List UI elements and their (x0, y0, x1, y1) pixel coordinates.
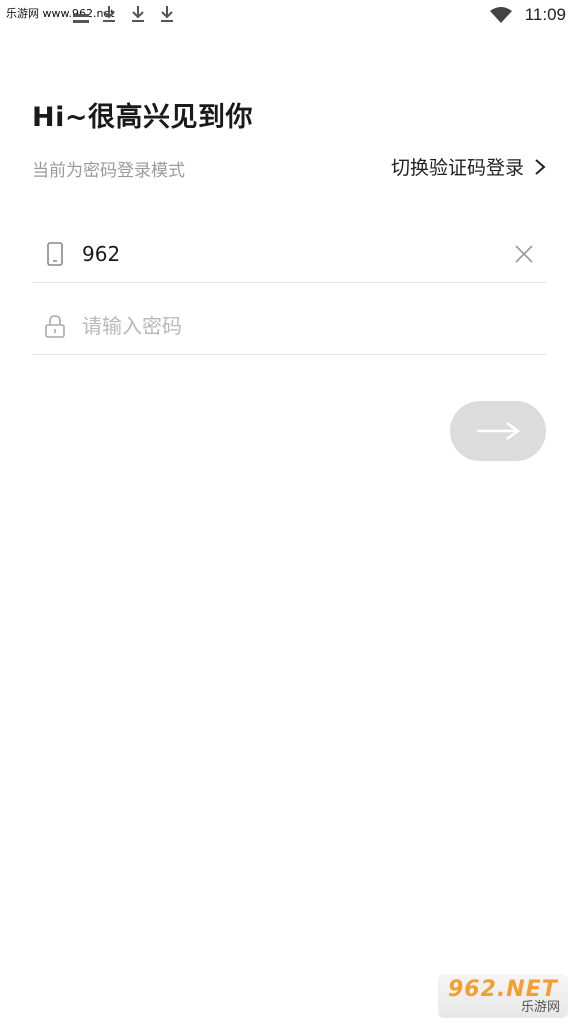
lock-icon (45, 315, 65, 338)
switch-to-code-login-link[interactable]: 切换验证码登录 (391, 153, 546, 180)
status-time: 11:09 (524, 5, 566, 24)
phone-field (32, 226, 546, 283)
watermark-bottom-text: 乐游网 (520, 1000, 560, 1015)
wifi-icon (490, 7, 512, 23)
password-field (32, 298, 546, 355)
arrow-right-icon (477, 422, 521, 440)
phone-input[interactable] (82, 242, 502, 266)
login-mode-text: 当前为密码登录模式 (32, 161, 185, 181)
chevron-right-icon (535, 158, 546, 175)
password-input[interactable] (82, 314, 502, 338)
clear-icon[interactable] (514, 244, 534, 264)
phone-icon (47, 242, 63, 266)
download-icon (161, 6, 173, 22)
notification-icon (73, 14, 89, 23)
download-icon (132, 6, 144, 22)
status-bar: 乐游网 www.962.net 11:09 (0, 0, 576, 32)
switch-login-label: 切换验证码登录 (390, 157, 524, 179)
watermark-logo: 962.NET 乐游网 (438, 974, 568, 1018)
page-title: Hi~很高兴见到你 (32, 102, 253, 133)
login-submit-button[interactable] (450, 401, 546, 461)
download-icon (103, 6, 115, 22)
